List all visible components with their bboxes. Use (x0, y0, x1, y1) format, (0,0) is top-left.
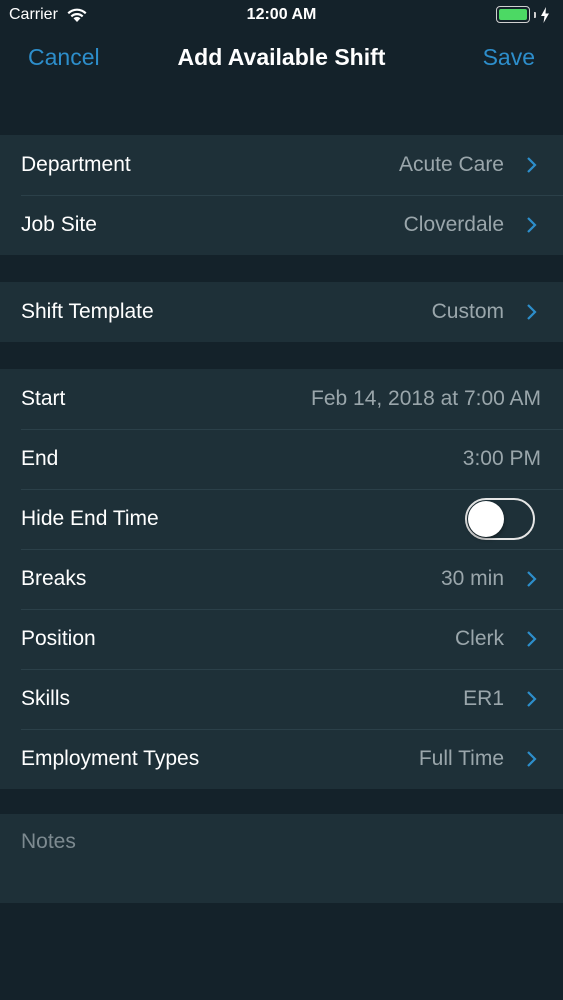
battery-body (496, 6, 530, 23)
breaks-label: Breaks (21, 567, 87, 590)
notes-field[interactable]: Notes (0, 814, 563, 903)
position-value: Clerk (454, 627, 504, 650)
chevron-right-icon (527, 217, 537, 233)
breaks-row[interactable]: Breaks 30 min (0, 549, 563, 609)
breaks-value: 30 min (440, 567, 504, 590)
employment-types-label: Employment Types (21, 747, 200, 770)
skills-row[interactable]: Skills ER1 (0, 669, 563, 729)
department-label: Department (21, 153, 131, 176)
employment-types-value: Full Time (418, 747, 504, 770)
notes-placeholder: Notes (21, 830, 76, 853)
end-value: 3:00 PM (462, 447, 541, 470)
shift-template-row[interactable]: Shift Template Custom (0, 282, 563, 342)
department-value: Acute Care (398, 153, 504, 176)
chevron-right-icon (527, 304, 537, 320)
employment-types-row[interactable]: Employment Types Full Time (0, 729, 563, 789)
skills-value: ER1 (463, 687, 504, 710)
chevron-right-icon (527, 751, 537, 767)
location-group: Department Acute Care Job Site Cloverdal… (0, 135, 563, 255)
position-row[interactable]: Position Clerk (0, 609, 563, 669)
hide-end-time-toggle[interactable] (465, 498, 535, 540)
shift-details-group: Start Feb 14, 2018 at 7:00 AM End 3:00 P… (0, 369, 563, 789)
chevron-right-icon (527, 631, 537, 647)
start-value: Feb 14, 2018 at 7:00 AM (311, 387, 541, 410)
start-label: Start (21, 387, 66, 410)
job-site-value: Cloverdale (403, 213, 504, 236)
add-shift-screen: Carrier 12:00 AM Cancel Add Available Sh… (0, 0, 563, 1000)
shift-template-label: Shift Template (21, 300, 154, 323)
status-bar: Carrier 12:00 AM (0, 0, 563, 30)
chevron-right-icon (527, 571, 537, 587)
save-button[interactable]: Save (483, 44, 535, 71)
hide-end-time-label: Hide End Time (21, 507, 159, 530)
status-time: 12:00 AM (246, 6, 317, 23)
battery-icon (496, 6, 550, 23)
end-label: End (21, 447, 59, 470)
battery-cap (534, 11, 536, 18)
job-site-label: Job Site (21, 213, 97, 236)
navigation-bar: Cancel Add Available Shift Save (0, 30, 563, 86)
end-row[interactable]: End 3:00 PM (0, 429, 563, 489)
template-group: Shift Template Custom (0, 282, 563, 342)
toggle-knob (468, 501, 504, 537)
chevron-right-icon (527, 691, 537, 707)
start-row[interactable]: Start Feb 14, 2018 at 7:00 AM (0, 369, 563, 429)
hide-end-time-row: Hide End Time (0, 489, 563, 549)
chevron-right-icon (527, 157, 537, 173)
job-site-row[interactable]: Job Site Cloverdale (0, 195, 563, 255)
department-row[interactable]: Department Acute Care (0, 135, 563, 195)
battery-fill (499, 9, 527, 20)
position-label: Position (21, 627, 96, 650)
charging-bolt-icon (541, 6, 549, 23)
shift-template-value: Custom (431, 300, 504, 323)
skills-label: Skills (21, 687, 71, 710)
page-title: Add Available Shift (177, 44, 386, 70)
